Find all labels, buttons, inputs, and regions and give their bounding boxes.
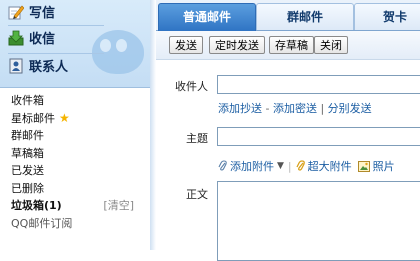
folder-spam[interactable]: 垃圾箱(1) [清空] — [0, 197, 150, 215]
contacts-label: 联系人 — [29, 60, 69, 75]
folder-label: 群邮件 — [11, 129, 44, 142]
folder-starred[interactable]: 星标邮件 ★ — [0, 110, 150, 128]
inbox-arrow-icon — [8, 30, 24, 46]
body-editor[interactable] — [217, 181, 420, 261]
subject-label: 主题 — [186, 132, 208, 145]
folder-label: 已删除 — [11, 181, 44, 195]
folder-label: 星标邮件 — [11, 111, 55, 125]
empty-spam-link[interactable]: [清空] — [103, 197, 134, 215]
add-attachment-link[interactable]: 添加附件 — [230, 160, 274, 173]
penguin-watermark-icon — [92, 30, 144, 74]
large-attachment-link[interactable]: 超大附件 — [308, 160, 352, 173]
recipient-label: 收件人 — [175, 80, 208, 93]
star-icon: ★ — [59, 110, 70, 125]
photo-icon — [357, 160, 370, 172]
compose-form: 收件人 添加抄送 - 添加密送 | 分别发送 主题 添加附件 ▼ | 超大附件 照片… — [156, 60, 420, 261]
recipient-input[interactable] — [217, 75, 420, 94]
folder-sent[interactable]: 已发送 — [0, 162, 150, 180]
timed-send-button[interactable]: 定时发送 — [209, 36, 265, 54]
tab-greeting-card[interactable]: 贺卡 — [354, 3, 420, 30]
folder-label: 已发送 — [11, 164, 44, 177]
add-cc-link[interactable]: 添加抄送 — [218, 102, 262, 115]
photo-link[interactable]: 照片 — [373, 160, 395, 173]
divider: | — [287, 159, 292, 173]
sidebar-header: 写信 收信 联系人 — [0, 0, 150, 88]
sidebar: 写信 收信 联系人 收件箱 星标邮件 ★ 群邮件 草稿箱 已发送 已删除 垃圾箱… — [0, 0, 150, 250]
close-button[interactable]: 关闭 — [314, 36, 348, 54]
paperclip-icon — [218, 160, 228, 172]
folder-drafts[interactable]: 草稿箱 — [0, 145, 150, 163]
compose-toolbar: 发送 定时发送 存草稿 关闭 — [156, 31, 420, 60]
separate-send-link[interactable]: 分别发送 — [328, 102, 372, 115]
separator-text: - — [262, 102, 273, 115]
paperclip-large-icon — [296, 160, 306, 172]
add-bcc-link[interactable]: 添加密送 — [273, 102, 317, 115]
separator-text: | — [316, 102, 328, 115]
folder-deleted[interactable]: 已删除 — [0, 180, 150, 198]
attachment-dropdown-icon[interactable]: ▼ — [277, 161, 284, 171]
send-button[interactable]: 发送 — [169, 36, 203, 54]
inbox-label: 收信 — [29, 32, 56, 47]
folder-subscriptions[interactable]: QQ邮件订阅 — [0, 215, 150, 233]
address-options: 添加抄送 - 添加密送 | 分别发送 — [218, 100, 372, 116]
folder-inbox[interactable]: 收件箱 — [0, 92, 150, 110]
save-draft-button[interactable]: 存草稿 — [269, 36, 314, 54]
folder-label: 收件箱 — [11, 94, 44, 107]
address-book-icon — [8, 58, 24, 74]
folder-label: 垃圾箱(1) — [11, 199, 62, 212]
divider — [8, 53, 104, 54]
body-label: 正文 — [186, 188, 208, 201]
folder-label: 草稿箱 — [11, 146, 44, 160]
divider — [8, 25, 104, 26]
tab-group-mail[interactable]: 群邮件 — [256, 3, 354, 30]
inbox-button[interactable]: 收信 — [8, 29, 55, 51]
write-label: 写信 — [29, 6, 56, 21]
tab-normal-mail[interactable]: 普通邮件 — [158, 3, 256, 31]
folder-list: 收件箱 星标邮件 ★ 群邮件 草稿箱 已发送 已删除 垃圾箱(1) [清空] QQ邮… — [0, 92, 150, 232]
compose-tabs: 普通邮件 群邮件 贺卡 — [156, 0, 420, 31]
folder-group-mail[interactable]: 群邮件 — [0, 127, 150, 145]
pencil-icon — [8, 4, 25, 20]
compose-panel: 普通邮件 群邮件 贺卡 发送 定时发送 存草稿 关闭 收件人 添加抄送 - 添加… — [156, 0, 420, 261]
subject-input[interactable] — [217, 127, 420, 146]
contacts-button[interactable]: 联系人 — [8, 57, 68, 79]
folder-label: QQ邮件订阅 — [11, 216, 73, 230]
attachment-bar: 添加附件 ▼ | 超大附件 照片 — [218, 158, 395, 174]
write-button[interactable]: 写信 — [8, 3, 55, 25]
